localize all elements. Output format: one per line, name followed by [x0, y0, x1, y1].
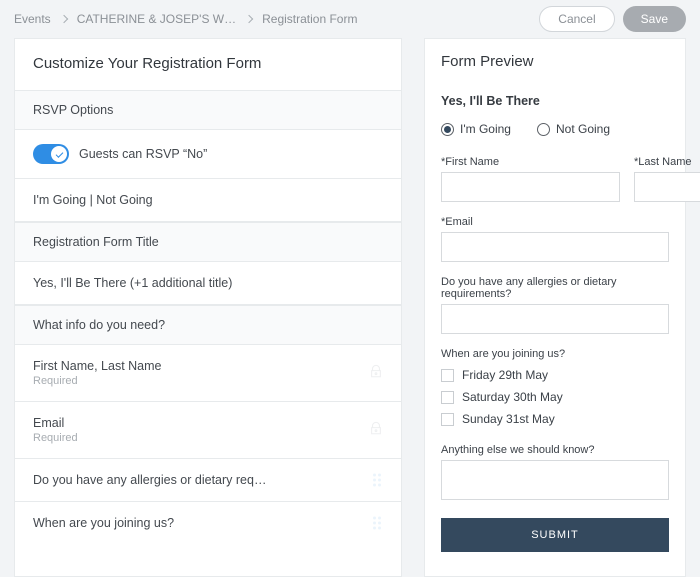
field-label: Email [33, 416, 64, 430]
rsvp-toggle-row[interactable]: Guests can RSVP “No” [15, 130, 401, 179]
checkbox-icon [441, 391, 454, 404]
checkbox-sunday[interactable]: Sunday 31st May [441, 412, 669, 426]
top-bar: Events CATHERINE & JOSEP'S W… Registrati… [0, 0, 700, 38]
drag-handle-icon[interactable] [373, 474, 383, 487]
when-label: When are you joining us? [441, 348, 669, 360]
field-label: First Name, Last Name [33, 359, 162, 373]
field-row-allergies[interactable]: Do you have any allergies or dietary req… [15, 459, 401, 502]
form-title-value: Yes, I'll Be There (+1 additional title) [33, 276, 232, 290]
email-input[interactable] [441, 232, 669, 262]
field-row-when[interactable]: When are you joining us? [15, 502, 401, 544]
form-preview-panel: Form Preview Yes, I'll Be There I'm Goin… [424, 38, 686, 577]
rsvp-no-toggle[interactable] [33, 144, 69, 164]
field-label: When are you joining us? [33, 516, 174, 530]
first-name-label: *First Name [441, 156, 620, 168]
checkbox-friday[interactable]: Friday 29th May [441, 368, 669, 382]
breadcrumb-current: Registration Form [262, 12, 357, 26]
chevron-right-icon [245, 14, 253, 22]
allergies-input[interactable] [441, 304, 669, 334]
lock-icon [369, 365, 383, 382]
panel-title: Customize Your Registration Form [15, 39, 401, 90]
preview-subtitle: Yes, I'll Be There [441, 94, 669, 108]
anything-else-label: Anything else we should know? [441, 444, 669, 456]
breadcrumb-event-name[interactable]: CATHERINE & JOSEP'S W… [77, 12, 236, 26]
going-labels-row[interactable]: I'm Going | Not Going [15, 179, 401, 222]
section-info-needed: What info do you need? [15, 305, 401, 345]
radio-label: I'm Going [460, 122, 511, 136]
rsvp-toggle-label: Guests can RSVP “No” [79, 147, 207, 161]
cancel-button[interactable]: Cancel [539, 6, 614, 32]
email-label: *Email [441, 216, 669, 228]
drag-handle-icon[interactable] [373, 517, 383, 530]
radio-going[interactable]: I'm Going [441, 122, 511, 136]
section-rsvp-options: RSVP Options [15, 90, 401, 130]
going-labels-text: I'm Going | Not Going [33, 193, 153, 207]
chevron-right-icon [59, 14, 67, 22]
checkbox-icon [441, 369, 454, 382]
lock-icon [369, 422, 383, 439]
field-required: Required [33, 432, 78, 444]
allergies-label: Do you have any allergies or dietary req… [441, 276, 669, 300]
save-button[interactable]: Save [623, 6, 686, 32]
field-label: Do you have any allergies or dietary req… [33, 473, 266, 487]
checkbox-icon [441, 413, 454, 426]
breadcrumb-events[interactable]: Events [14, 12, 51, 26]
checkbox-saturday[interactable]: Saturday 30th May [441, 390, 669, 404]
submit-button[interactable]: SUBMIT [441, 518, 669, 552]
anything-else-input[interactable] [441, 460, 669, 500]
radio-not-going[interactable]: Not Going [537, 122, 610, 136]
field-row-email[interactable]: Email Required [15, 402, 401, 459]
rsvp-radio-group: I'm Going Not Going [441, 122, 669, 136]
radio-dot-icon [537, 123, 550, 136]
last-name-label: *Last Name [634, 156, 700, 168]
field-row-name[interactable]: First Name, Last Name Required [15, 345, 401, 402]
radio-dot-icon [441, 123, 454, 136]
last-name-input[interactable] [634, 172, 700, 202]
field-required: Required [33, 375, 162, 387]
radio-label: Not Going [556, 122, 610, 136]
form-title-row[interactable]: Yes, I'll Be There (+1 additional title) [15, 262, 401, 305]
preview-title: Form Preview [441, 53, 669, 70]
customize-panel: Customize Your Registration Form RSVP Op… [14, 38, 402, 577]
section-form-title: Registration Form Title [15, 222, 401, 262]
first-name-input[interactable] [441, 172, 620, 202]
